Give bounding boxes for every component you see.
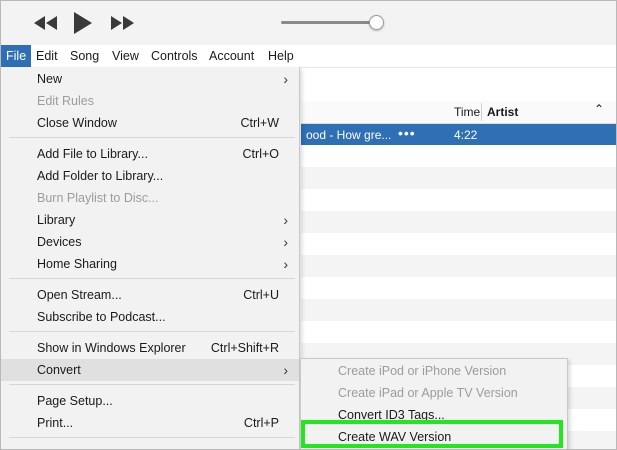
menu-item-label: Add File to Library... — [37, 147, 148, 161]
menu-item-burn-playlist: Burn Playlist to Disc... — [1, 187, 299, 209]
menu-item-devices[interactable]: Devices › — [1, 231, 299, 253]
menu-item-create-ipod-version: Create iPod or iPhone Version — [301, 360, 567, 382]
table-row[interactable] — [301, 167, 616, 189]
menu-item-label: Add Folder to Library... — [37, 169, 164, 183]
menu-item-label: Show in Windows Explorer — [37, 341, 186, 355]
column-divider[interactable] — [481, 103, 482, 121]
menu-item-print[interactable]: Print... Ctrl+P — [1, 412, 299, 434]
menu-item-edit-rules: Edit Rules — [1, 90, 299, 112]
menu-item-label: Open Stream... — [37, 288, 122, 302]
menu-item-shortcut: Ctrl+P — [243, 416, 279, 430]
menu-item-label: Page Setup... — [37, 394, 113, 408]
menu-item-close-window[interactable]: Close Window Ctrl+W — [1, 112, 299, 134]
menu-bar: File Edit Song View Controls Account Hel… — [1, 45, 616, 68]
table-row[interactable] — [301, 299, 616, 321]
chevron-right-icon: › — [283, 362, 288, 378]
table-row[interactable] — [301, 211, 616, 233]
menu-item-add-file[interactable]: Add File to Library... Ctrl+O — [1, 143, 299, 165]
menu-item-label: Create iPod or iPhone Version — [338, 364, 507, 378]
menu-item-new[interactable]: New › — [1, 68, 299, 90]
menu-file[interactable]: File — [1, 45, 32, 67]
menu-controls[interactable]: Controls — [146, 45, 203, 67]
menu-song[interactable]: Song — [65, 45, 104, 67]
sort-chevron-up-icon[interactable]: ⌃ — [594, 102, 604, 116]
menu-item-add-folder[interactable]: Add Folder to Library... — [1, 165, 299, 187]
menu-item-open-stream[interactable]: Open Stream... Ctrl+U — [1, 284, 299, 306]
menu-item-shortcut: Ctrl+Shift+R — [210, 341, 279, 355]
menu-item-shortcut: Ctrl+O — [242, 147, 279, 161]
menu-item-library[interactable]: Library › — [1, 209, 299, 231]
menu-item-label: Edit Rules — [37, 94, 94, 108]
volume-slider[interactable] — [281, 21, 377, 24]
chevron-right-icon: › — [283, 256, 288, 272]
menu-separator — [9, 331, 295, 332]
table-row[interactable] — [301, 189, 616, 211]
ellipsis-icon[interactable]: ••• — [398, 125, 416, 141]
player-bar — [1, 1, 616, 46]
highlight-box — [301, 420, 563, 448]
menu-item-shortcut: Ctrl+U — [243, 288, 279, 302]
menu-account[interactable]: Account — [204, 45, 259, 67]
fast-forward-icon[interactable] — [107, 10, 139, 36]
rewind-icon[interactable] — [29, 10, 61, 36]
menu-item-page-setup[interactable]: Page Setup... — [1, 390, 299, 412]
table-row[interactable] — [301, 321, 616, 343]
menu-item-label: Home Sharing — [37, 257, 117, 271]
menu-item-subscribe-podcast[interactable]: Subscribe to Podcast... — [1, 306, 299, 328]
chevron-right-icon: › — [283, 234, 288, 250]
menu-separator — [9, 278, 295, 279]
selected-song-title: ood - How gre... — [306, 128, 392, 142]
menu-item-label: Convert — [37, 363, 81, 377]
column-header-artist[interactable]: Artist — [487, 105, 518, 119]
menu-item-label: Create iPad or Apple TV Version — [338, 386, 518, 400]
table-row[interactable] — [301, 255, 616, 277]
chevron-right-icon: › — [283, 212, 288, 228]
menu-separator — [9, 137, 295, 138]
menu-separator — [9, 384, 295, 385]
volume-knob[interactable] — [369, 15, 384, 30]
table-row[interactable] — [301, 145, 616, 167]
menu-item-home-sharing[interactable]: Home Sharing › — [1, 253, 299, 275]
menu-item-create-ipad-version: Create iPad or Apple TV Version — [301, 382, 567, 404]
play-icon[interactable] — [67, 10, 97, 36]
column-header-time[interactable]: Time — [454, 105, 480, 119]
menu-edit[interactable]: Edit — [31, 45, 63, 67]
menu-item-shortcut: Ctrl+W — [240, 116, 279, 130]
file-menu: New › Edit Rules Close Window Ctrl+W Add… — [1, 67, 300, 449]
menu-item-label: Library — [37, 213, 76, 227]
menu-item-label: Close Window — [37, 116, 117, 130]
menu-item-show-in-explorer[interactable]: Show in Windows Explorer Ctrl+Shift+R — [1, 337, 299, 359]
menu-item-label: New — [37, 72, 63, 86]
itunes-window: File Edit Song View Controls Account Hel… — [0, 0, 617, 450]
menu-help[interactable]: Help — [263, 45, 299, 67]
table-row[interactable] — [301, 233, 616, 255]
selected-song-time: 4:22 — [454, 128, 478, 142]
menu-view[interactable]: View — [107, 45, 144, 67]
menu-item-convert[interactable]: Convert › — [1, 359, 299, 381]
table-row[interactable] — [301, 277, 616, 299]
menu-item-label: Burn Playlist to Disc... — [37, 191, 159, 205]
menu-item-label: Print... — [37, 416, 74, 430]
chevron-right-icon: › — [283, 71, 288, 87]
menu-item-label: Devices — [37, 235, 82, 249]
menu-separator — [9, 437, 295, 438]
menu-item-label: Subscribe to Podcast... — [37, 310, 166, 324]
